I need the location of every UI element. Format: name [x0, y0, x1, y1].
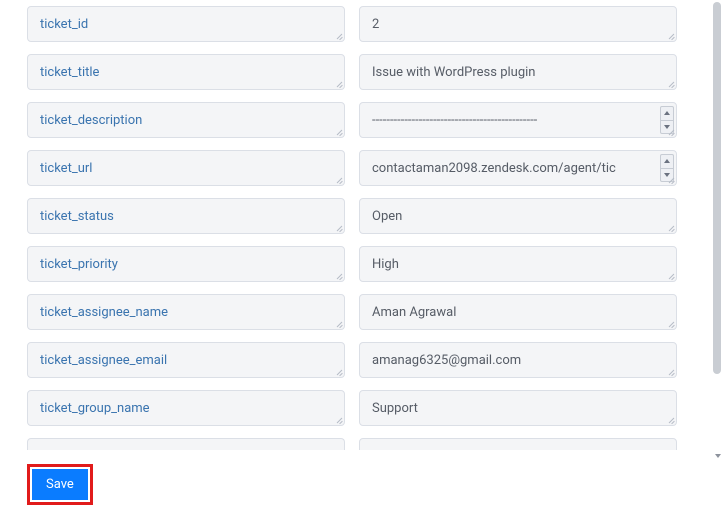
resize-grip-icon[interactable]	[334, 32, 342, 40]
field-row: ticket_title Issue with WordPress plugin	[27, 48, 695, 96]
number-stepper[interactable]	[660, 106, 674, 134]
field-row: ticket_url contactaman2098.zendesk.com/ag…	[27, 144, 695, 192]
resize-grip-icon[interactable]	[334, 272, 342, 280]
resize-grip-icon[interactable]	[666, 224, 674, 232]
field-key-text: ticket_group_name	[40, 401, 150, 416]
field-row-partial: ticket_organization_name	[27, 432, 695, 450]
field-value-text: contactaman2098.zendesk.com/agent/tic	[372, 161, 616, 176]
resize-grip-icon[interactable]	[666, 272, 674, 280]
resize-grip-icon[interactable]	[334, 320, 342, 328]
field-row: ticket_description ----------------------…	[27, 96, 695, 144]
field-value-input[interactable]: High	[359, 246, 677, 282]
field-value-input[interactable]: 2	[359, 6, 677, 42]
field-value-text: amanag6325@gmail.com	[372, 353, 521, 368]
scrollbar-track[interactable]	[713, 2, 723, 460]
field-key-input[interactable]: ticket_id	[27, 6, 345, 42]
field-key-input[interactable]: ticket_assignee_email	[27, 342, 345, 378]
field-value-input[interactable]: amanag6325@gmail.com	[359, 342, 677, 378]
field-row: ticket_group_name Support	[27, 384, 695, 432]
scrollbar-down-icon[interactable]	[712, 450, 724, 462]
field-value-input[interactable]: Issue with WordPress plugin	[359, 54, 677, 90]
field-value-text: High	[372, 257, 399, 272]
field-key-text: ticket_id	[40, 17, 88, 32]
field-value-input[interactable]: contactaman2098.zendesk.com/agent/tic	[359, 150, 677, 186]
scrollbar-thumb[interactable]	[713, 2, 721, 374]
resize-grip-icon[interactable]	[666, 80, 674, 88]
field-row: ticket_assignee_email amanag6325@gmail.co…	[27, 336, 695, 384]
field-key-input[interactable]: ticket_description	[27, 102, 345, 138]
resize-grip-icon[interactable]	[666, 416, 674, 424]
field-key-text: ticket_priority	[40, 257, 118, 272]
field-key-text: ticket_title	[40, 65, 99, 80]
field-key-text: ticket_url	[40, 161, 92, 176]
field-key-input[interactable]: ticket_title	[27, 54, 345, 90]
field-value-input[interactable]: Open	[359, 198, 677, 234]
number-stepper[interactable]	[660, 154, 674, 182]
field-value-input[interactable]: Support	[359, 390, 677, 426]
resize-grip-icon[interactable]	[666, 320, 674, 328]
field-key-input[interactable]: ticket_assignee_name	[27, 294, 345, 330]
resize-grip-icon[interactable]	[666, 368, 674, 376]
stepper-up-icon[interactable]	[661, 155, 673, 169]
field-key-input[interactable]: ticket_url	[27, 150, 345, 186]
field-value-text: Aman Agrawal	[372, 305, 456, 320]
resize-grip-icon[interactable]	[334, 128, 342, 136]
field-value-text: Issue with WordPress plugin	[372, 65, 535, 80]
field-key-input[interactable]: ticket_organization_name	[27, 438, 345, 450]
footer-bar: Save	[0, 462, 727, 505]
field-value-input[interactable]: ----------------------------------------…	[359, 102, 677, 138]
field-key-text: ticket_assignee_name	[40, 305, 168, 320]
field-key-input[interactable]: ticket_priority	[27, 246, 345, 282]
field-key-text: ticket_status	[40, 209, 114, 224]
field-key-input[interactable]: ticket_group_name	[27, 390, 345, 426]
resize-grip-icon[interactable]	[334, 224, 342, 232]
field-row: ticket_status Open	[27, 192, 695, 240]
field-row: ticket_priority High	[27, 240, 695, 288]
field-key-input[interactable]: ticket_status	[27, 198, 345, 234]
save-button[interactable]: Save	[32, 469, 88, 500]
field-key-text: ticket_description	[40, 113, 142, 128]
field-value-text: ----------------------------------------…	[372, 113, 537, 128]
field-key-text: ticket_assignee_email	[40, 353, 167, 368]
resize-grip-icon[interactable]	[334, 80, 342, 88]
stepper-up-icon[interactable]	[661, 107, 673, 121]
field-value-text: 2	[372, 17, 379, 32]
resize-grip-icon[interactable]	[334, 368, 342, 376]
field-row: ticket_id 2	[27, 0, 695, 48]
field-value-text: Open	[372, 209, 402, 224]
field-row: ticket_assignee_name Aman Agrawal	[27, 288, 695, 336]
resize-grip-icon[interactable]	[334, 176, 342, 184]
resize-grip-icon[interactable]	[666, 32, 674, 40]
field-value-text: Support	[372, 401, 418, 416]
stepper-down-icon[interactable]	[661, 169, 673, 182]
save-button-highlight: Save	[27, 464, 93, 505]
field-value-input[interactable]: Aman Agrawal	[359, 294, 677, 330]
stepper-down-icon[interactable]	[661, 121, 673, 134]
resize-grip-icon[interactable]	[334, 416, 342, 424]
field-value-input[interactable]	[359, 438, 677, 450]
